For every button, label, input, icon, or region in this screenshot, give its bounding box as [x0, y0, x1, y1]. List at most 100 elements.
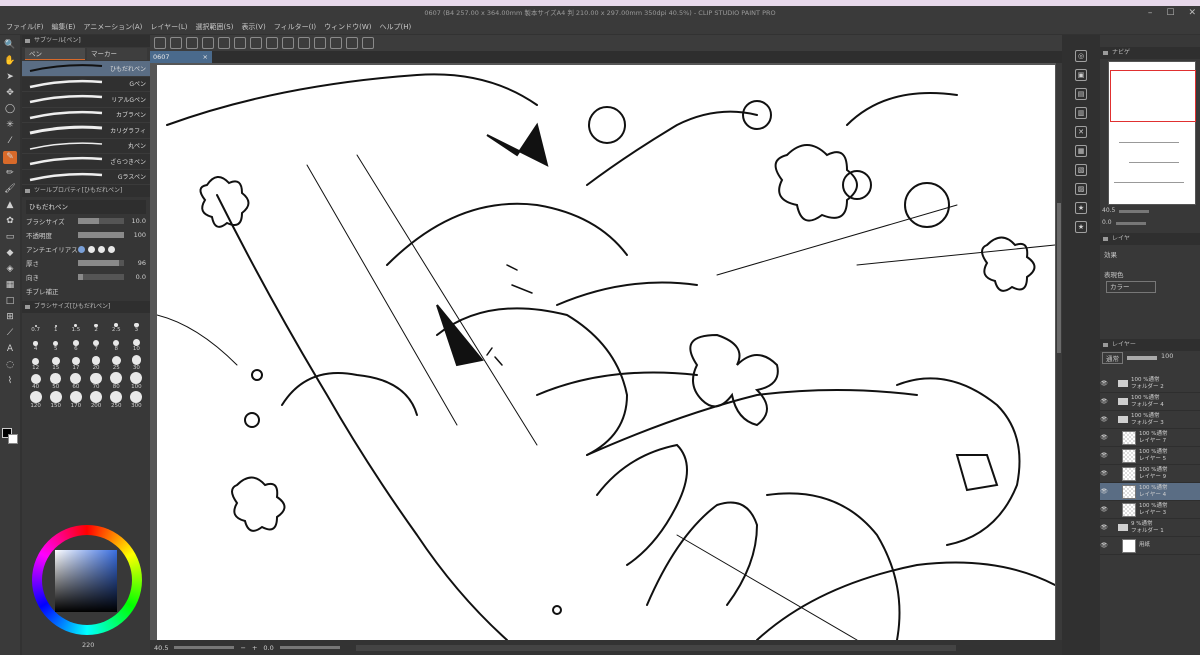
sub-color-swatch[interactable]	[8, 434, 18, 444]
home-icon[interactable]	[154, 37, 166, 49]
brush-size-cell[interactable]: 0.7	[26, 315, 45, 333]
brush-size-cell[interactable]: 100	[127, 372, 146, 390]
minimize-icon[interactable]: –	[1148, 6, 1153, 20]
decoration-icon[interactable]: ✿	[3, 215, 17, 228]
scroll-thumb[interactable]	[1057, 203, 1061, 353]
property-slider[interactable]	[78, 260, 124, 266]
snap-ruler-icon[interactable]	[314, 37, 326, 49]
blend-mode-select[interactable]: 通常	[1102, 352, 1123, 364]
tab-close-icon[interactable]: ×	[203, 51, 208, 63]
layer-row[interactable]: 👁 100 %通常 フォルダー 4	[1100, 393, 1200, 411]
visibility-icon[interactable]: 👁	[1100, 416, 1108, 423]
ruler-icon[interactable]: ⟋	[3, 327, 17, 340]
visibility-icon[interactable]: 👁	[1100, 506, 1108, 513]
layer-opacity-value[interactable]: 100	[1161, 352, 1173, 364]
save-icon[interactable]	[202, 37, 214, 49]
horizontal-scrollbar[interactable]	[355, 644, 956, 651]
brush-size-cell[interactable]: 1.5	[66, 315, 85, 333]
menu-view[interactable]: 表示(V)	[241, 22, 265, 32]
brush-size-cell[interactable]: 170	[66, 391, 85, 409]
brush-item[interactable]: Gラスペン	[22, 170, 150, 185]
gradient-icon[interactable]: ▦	[3, 279, 17, 292]
menu-window[interactable]: ウィンドウ(W)	[324, 22, 371, 32]
history-icon[interactable]: ✕	[1075, 126, 1087, 138]
brush-item[interactable]: ひもだれペン	[22, 61, 150, 77]
undo-icon[interactable]	[218, 37, 230, 49]
auto-select-icon[interactable]: ✳	[3, 119, 17, 132]
brush-size-cell[interactable]: 150	[46, 391, 65, 409]
brush-item[interactable]: Gペン	[22, 77, 150, 92]
redo-icon[interactable]	[234, 37, 246, 49]
layer-row[interactable]: 👁 100 %通常 レイヤー 7	[1100, 429, 1200, 447]
tab-marker[interactable]: マーカー	[87, 48, 147, 60]
brush-size-cell[interactable]: 120	[26, 391, 45, 409]
sub-view-icon[interactable]: ▣	[1075, 69, 1087, 81]
zoom-out-icon[interactable]: −	[240, 644, 245, 652]
nav-angle-value[interactable]: 0.0	[1102, 219, 1112, 229]
auto-action-icon[interactable]: ▦	[1075, 145, 1087, 157]
clear-icon[interactable]	[250, 37, 262, 49]
figure-icon[interactable]: □	[3, 295, 17, 308]
brush-size-cell[interactable]: 25	[107, 353, 126, 371]
brush-size-cell[interactable]: 4	[26, 334, 45, 352]
new-file-icon[interactable]	[170, 37, 182, 49]
property-row[interactable]: 手ブレ補正	[26, 284, 146, 298]
brush-size-cell[interactable]: 30	[127, 353, 146, 371]
property-row[interactable]: 不透明度 100	[26, 228, 146, 242]
rotate-slider[interactable]	[279, 646, 340, 649]
brush-size-cell[interactable]: 2	[86, 315, 105, 333]
expression-color-select[interactable]: カラー	[1106, 281, 1156, 293]
material-icon[interactable]: ▥	[1075, 107, 1087, 119]
brush-size-cell[interactable]: 15	[46, 353, 65, 371]
quick-access-icon[interactable]: ▧	[1075, 164, 1087, 176]
favorite-icon[interactable]: ★	[1075, 202, 1087, 214]
visibility-icon[interactable]: 👁	[1100, 434, 1108, 441]
visibility-icon[interactable]: 👁	[1100, 398, 1108, 405]
brush-size-cell[interactable]: 20	[86, 353, 105, 371]
layer-row[interactable]: 👁 100 %通常 レイヤー 5	[1100, 447, 1200, 465]
close-icon[interactable]: ✕	[1188, 6, 1196, 20]
brush-size-cell[interactable]: 10	[127, 334, 146, 352]
operation-icon[interactable]: ➤	[3, 71, 17, 84]
info-icon[interactable]: ▤	[1075, 88, 1087, 100]
brush-size-cell[interactable]: 2.5	[107, 315, 126, 333]
brush-size-cell[interactable]: 17	[66, 353, 85, 371]
antialias-options[interactable]	[78, 245, 115, 253]
layer-row[interactable]: 👁 100 %通常 フォルダー 3	[1100, 411, 1200, 429]
visibility-icon[interactable]: 👁	[1100, 542, 1108, 549]
brush-item[interactable]: カリグラフィ	[22, 123, 150, 139]
visibility-icon[interactable]: 👁	[1100, 524, 1108, 531]
pencil-icon[interactable]: ✏	[3, 167, 17, 180]
brush-size-cell[interactable]: 12	[26, 353, 45, 371]
menu-filter[interactable]: フィルター(I)	[274, 22, 316, 32]
visibility-icon[interactable]: 👁	[1100, 488, 1108, 495]
tab-0607[interactable]: 0607 ×	[150, 51, 212, 63]
correct-line-icon[interactable]: ⌇	[3, 375, 17, 388]
color-square[interactable]	[55, 550, 117, 612]
brush-size-cell[interactable]: 40	[26, 372, 45, 390]
brush-item[interactable]: リアルGペン	[22, 92, 150, 108]
layer-row[interactable]: 👁 9 %通常 フォルダー 1	[1100, 519, 1200, 537]
open-icon[interactable]	[186, 37, 198, 49]
brush-item[interactable]: 丸ペン	[22, 139, 150, 154]
menu-file[interactable]: ファイル(F)	[6, 22, 44, 32]
snap-grid-icon[interactable]	[330, 37, 342, 49]
color-swatches[interactable]	[2, 428, 18, 444]
brush-size-cell[interactable]: 8	[107, 334, 126, 352]
text-icon[interactable]: A	[3, 343, 17, 356]
property-slider[interactable]	[78, 232, 124, 238]
property-slider[interactable]	[78, 218, 124, 224]
layer-row[interactable]: 👁 100 %通常 フォルダー 2	[1100, 375, 1200, 393]
zoom-in-icon[interactable]: +	[252, 644, 257, 652]
view-frame[interactable]	[1110, 70, 1196, 122]
property-row[interactable]: アンチエイリアス	[26, 242, 146, 256]
property-row[interactable]: ブラシサイズ 10.0	[26, 214, 146, 228]
search-layer-icon[interactable]: ▨	[1075, 183, 1087, 195]
layer-row[interactable]: 👁 100 %通常 レイヤー 3	[1100, 501, 1200, 519]
brush-size-cell[interactable]: 80	[107, 372, 126, 390]
brush-size-cell[interactable]: 200	[86, 391, 105, 409]
transform-icon[interactable]	[282, 37, 294, 49]
visibility-icon[interactable]: 👁	[1100, 380, 1108, 387]
menu-edit[interactable]: 編集(E)	[52, 22, 76, 32]
nav-zoom-slider[interactable]	[1119, 210, 1150, 213]
